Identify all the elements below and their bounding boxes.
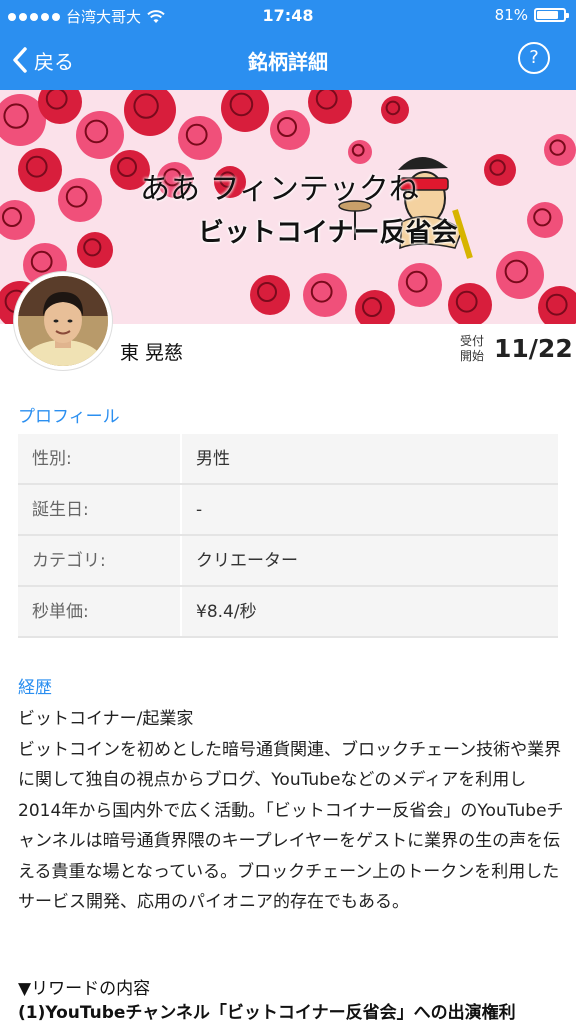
profile-key: 誕生日: bbox=[18, 485, 180, 534]
person-photo bbox=[18, 276, 108, 366]
start-label-line2: 開始 bbox=[460, 349, 485, 363]
rose-decoration bbox=[250, 275, 290, 315]
rose-decoration bbox=[381, 96, 409, 124]
rose-decoration bbox=[303, 273, 347, 317]
rose-decoration bbox=[484, 154, 516, 186]
header-bar: 台湾大哥大 17:48 81% 戻る 銘柄詳細 ? bbox=[0, 0, 576, 90]
profile-value: 男性 bbox=[182, 434, 558, 483]
rose-decoration bbox=[398, 263, 442, 307]
avatar bbox=[14, 272, 112, 370]
profile-key: 性別: bbox=[18, 434, 180, 483]
career-section-title: 経歴 bbox=[18, 678, 52, 698]
profile-row-price: 秒単価: ¥8.4/秒 bbox=[18, 587, 558, 638]
profile-value: クリエーター bbox=[182, 536, 558, 585]
rose-decoration bbox=[18, 148, 62, 192]
battery-icon bbox=[534, 8, 569, 22]
rose-decoration bbox=[270, 110, 310, 150]
help-button[interactable]: ? bbox=[518, 42, 550, 74]
career-subtitle: ビットコイナー/起業家 bbox=[18, 709, 194, 729]
profile-table: 性別: 男性 誕生日: - カテゴリ: クリエーター 秒単価: ¥8.4/秒 bbox=[18, 434, 558, 638]
rose-decoration bbox=[77, 232, 113, 268]
rose-decoration bbox=[527, 202, 563, 238]
battery-percent: 81% bbox=[494, 6, 528, 24]
profile-row-birthday: 誕生日: - bbox=[18, 485, 558, 536]
profile-key: カテゴリ: bbox=[18, 536, 180, 585]
profile-value: - bbox=[182, 485, 558, 534]
person-name: 東 晃慈 bbox=[120, 342, 184, 364]
start-label: 受付 開始 bbox=[460, 334, 484, 364]
status-bar: 台湾大哥大 17:48 81% bbox=[0, 0, 576, 30]
banner-caption-top: ああ フィンテックね bbox=[140, 172, 419, 207]
page-title: 銘柄詳細 bbox=[248, 50, 328, 74]
profile-section-title: プロフィール bbox=[18, 407, 120, 427]
rose-decoration bbox=[496, 251, 544, 299]
rose-decoration bbox=[178, 116, 222, 160]
banner-caption-title: ビットコイナー反省会 bbox=[198, 218, 458, 248]
navigation-bar: 戻る 銘柄詳細 ? bbox=[0, 30, 576, 90]
rose-decoration bbox=[544, 134, 576, 166]
profile-row-gender: 性別: 男性 bbox=[18, 434, 558, 485]
career-body: ビットコインを初めとした暗号通貨関連、ブロックチェーン技術や業界に関して独自の視… bbox=[18, 739, 564, 913]
rose-decoration bbox=[58, 178, 102, 222]
start-label-line1: 受付 bbox=[460, 334, 485, 348]
status-time: 17:48 bbox=[262, 6, 314, 25]
reward-item: (1)YouTubeチャンネル「ビットコイナー反省会」への出演権利 bbox=[18, 1003, 516, 1023]
rose-decoration bbox=[348, 140, 372, 164]
profile-value: ¥8.4/秒 bbox=[182, 587, 558, 636]
career-text: ビットコイナー/起業家 ビットコインを初めとした暗号通貨関連、ブロックチェーン技… bbox=[18, 704, 566, 918]
profile-key: 秒単価: bbox=[18, 587, 180, 636]
reward-heading: ▼リワードの内容 bbox=[18, 979, 151, 999]
rose-decoration bbox=[76, 111, 124, 159]
start-date: 11/22 bbox=[494, 334, 573, 363]
profile-row-category: カテゴリ: クリエーター bbox=[18, 536, 558, 587]
